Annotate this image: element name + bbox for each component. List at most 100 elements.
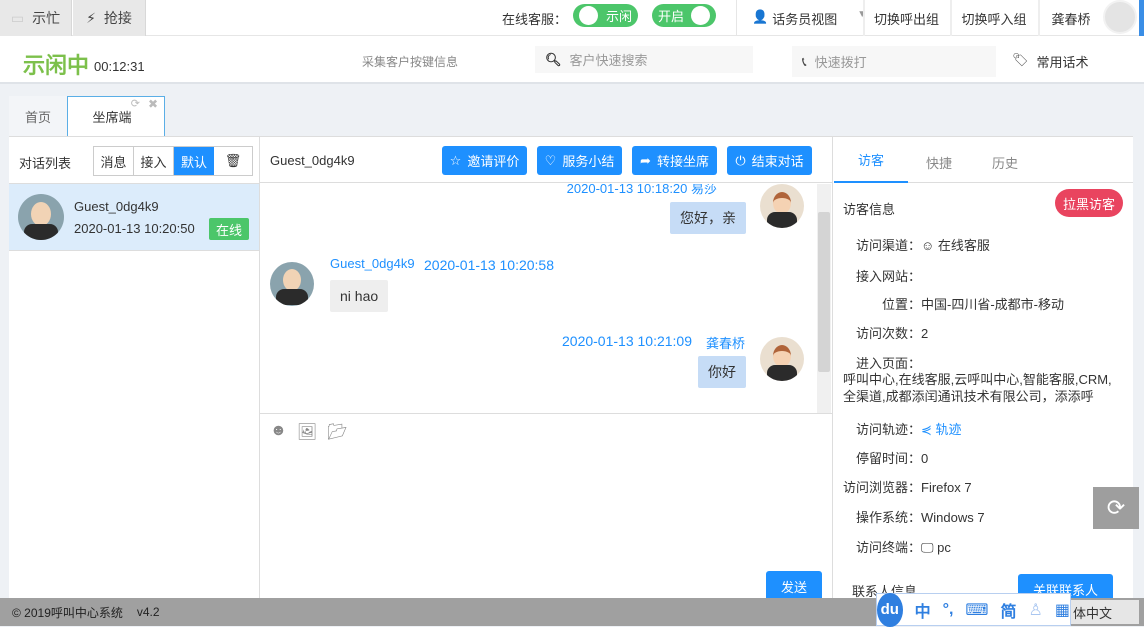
user-avatar[interactable] — [1103, 0, 1137, 34]
search-placeholder: 客户快速搜索 — [569, 53, 648, 68]
ime-toolbar[interactable]: du 中 °, ⌨︎ 简 ♙ ▦ — [876, 592, 1071, 627]
status-bar: 示闲中 00:12:31 采集客户按键信息 🔍︎ 客户快速搜索 📞︎ 快速拨打 🏷︎… — [0, 36, 1144, 84]
common-phrases-button[interactable]: 🏷︎ 常用话术 — [1012, 52, 1089, 71]
grid-icon[interactable]: ▦ — [1055, 600, 1070, 620]
field-location: 位置：中国-四川省-成都市-移动 — [882, 297, 1065, 312]
field-channel: 访问渠道：☺ 在线客服 — [856, 238, 990, 253]
filter-accept-button[interactable]: 接入 — [134, 147, 174, 175]
busy-button[interactable]: ▭ 示忙 — [0, 0, 72, 36]
tab-agent[interactable]: 坐席端 ⟳ ✖ — [67, 96, 165, 136]
search-icon: 🔍︎ — [545, 51, 562, 67]
user-icon: 👤 — [752, 9, 769, 24]
quick-dial-input[interactable]: 📞︎ 快速拨打 — [792, 46, 996, 77]
message-time: 2020-01-13 10:21:09 — [562, 333, 692, 349]
trash-icon[interactable]: 🗑︎ — [214, 147, 252, 175]
switch-in-button[interactable]: 切换呼入组 — [950, 0, 1036, 36]
emoji-icon[interactable]: ☻ — [270, 422, 287, 442]
user-name[interactable]: 龚春桥 — [1038, 0, 1102, 36]
state-timer: 00:12:31 — [94, 59, 145, 74]
btn-label: 邀请评价 — [467, 154, 520, 169]
enable-toggle[interactable]: 开启 — [652, 4, 716, 27]
keyboard-icon[interactable]: ⌨︎ — [965, 600, 988, 620]
toggle-label: 示闲 — [606, 9, 633, 24]
message-time: 2020-01-13 10:20:58 — [424, 257, 554, 273]
divider — [736, 0, 737, 36]
field-visits: 访问次数：2 — [856, 326, 929, 341]
visitor-info-title: 访客信息 — [843, 202, 896, 217]
transfer-agent-button[interactable]: ➦ 转接坐席 — [632, 146, 717, 175]
switch-out-button[interactable]: 切换呼出组 — [863, 0, 948, 36]
service-summary-button[interactable]: ♡ 服务小结 — [537, 146, 622, 175]
send-button[interactable]: 发送 — [766, 571, 822, 601]
online-label: 在线客服： — [502, 12, 568, 27]
field-terminal: 访问终端：🖵︎ pc — [856, 540, 951, 555]
chat-icon: ☺ — [921, 238, 938, 253]
lightning-icon: ⚡ — [86, 9, 96, 26]
handshake-icon: ♡ — [544, 152, 557, 168]
share-icon: ⋞ — [921, 422, 936, 437]
collect-keys-link[interactable]: 采集客户按键信息 — [362, 53, 458, 70]
ime-language[interactable]: 体中文 — [1071, 600, 1139, 624]
toggle-knob — [579, 6, 598, 25]
field-site: 接入网站： — [856, 269, 922, 284]
refresh-icon[interactable]: ⟳ — [131, 97, 140, 110]
close-icon[interactable]: ✖ — [148, 97, 158, 111]
customer-search-input[interactable]: 🔍︎ 客户快速搜索 — [535, 46, 753, 73]
folder-icon[interactable]: 📂︎ — [327, 422, 347, 442]
ime-mode[interactable]: 中 — [915, 598, 931, 622]
chat-header: Guest_0dg4k9 ☆ 邀请评价 ♡ 服务小结 ➦ 转接坐席 ⏻ 结束对话 — [260, 137, 832, 183]
conversation-list: 对话列表 消息 接入 默认 🗑︎ Guest_0dg4k9 2020-01-13… — [9, 137, 260, 599]
grab-button[interactable]: ⚡ 抢接 — [73, 0, 146, 36]
list-title: 对话列表 — [19, 156, 72, 171]
toggle-label: 开启 — [658, 9, 685, 24]
message-bubble: ni hao — [330, 280, 389, 312]
top-bar: ▭ 示忙 ⚡ 抢接 在线客服： 示闲 开启 👤 话务员视图 ▼ 切换呼出组 切换呼入组 … — [0, 0, 1144, 36]
star-icon: ☆ — [449, 152, 462, 168]
edge-accent — [1139, 0, 1144, 36]
image-icon[interactable]: 🖼︎ — [297, 422, 317, 442]
tab-label: 坐席端 — [92, 110, 132, 125]
tab-shortcuts[interactable]: 快捷 — [926, 153, 952, 172]
filter-messages-button[interactable]: 消息 — [94, 147, 134, 175]
session-item[interactable]: Guest_0dg4k9 2020-01-13 10:20:50 在线 — [9, 183, 259, 251]
field-os: 操作系统：Windows 7 — [856, 510, 985, 525]
message-sender: 龚春桥 — [706, 336, 746, 351]
guest-avatar — [270, 262, 314, 306]
session-time: 2020-01-13 10:20:50 — [74, 221, 195, 236]
view-dropdown[interactable]: 👤 话务员视图 ▼ — [752, 9, 867, 28]
workspace: 对话列表 消息 接入 默认 🗑︎ Guest_0dg4k9 2020-01-13… — [9, 136, 1133, 601]
baidu-ime-logo: du — [877, 592, 903, 627]
message-meta: 2020-01-13 10:18:20 易莎 — [566, 184, 717, 196]
refresh-float-button[interactable]: ⟳ — [1093, 487, 1139, 529]
track-link[interactable]: ⋞ 轨迹 — [921, 422, 962, 437]
tab-history[interactable]: 历史 — [992, 153, 1018, 172]
user-icon[interactable]: ♙ — [1029, 600, 1043, 620]
message-bubble: 您好，亲 — [670, 202, 746, 234]
tag-icon: 🏷︎ — [1012, 52, 1029, 67]
power-icon: ⏻ — [735, 152, 746, 168]
chat-panel: Guest_0dg4k9 ☆ 邀请评价 ♡ 服务小结 ➦ 转接坐席 ⏻ 结束对话 202… — [260, 137, 833, 601]
field-track: 访问轨迹：⋞ 轨迹 — [856, 422, 962, 437]
blacklist-button[interactable]: 拉黑访客 — [1055, 189, 1123, 217]
ime-punct[interactable]: °, — [943, 601, 954, 619]
invite-rating-button[interactable]: ☆ 邀请评价 — [442, 146, 527, 175]
idle-toggle[interactable]: 示闲 — [573, 4, 638, 27]
scrollbar[interactable] — [817, 184, 831, 413]
ime-simplified[interactable]: 简 — [1001, 598, 1017, 622]
message-bubble: 你好 — [698, 356, 746, 388]
end-chat-button[interactable]: ⏻ 结束对话 — [727, 146, 812, 175]
share-icon: ➦ — [640, 152, 651, 168]
monitor-icon: ▭ — [10, 9, 25, 26]
field-pages-value: 呼叫中心,在线客服,云呼叫中心,智能客服,CRM,全渠道,成都添闰通讯技术有限公… — [843, 372, 1112, 404]
monitor-icon: 🖵︎ — [921, 540, 938, 555]
tab-home[interactable]: 首页 — [9, 96, 67, 136]
phone-icon: 📞︎ — [802, 53, 807, 69]
message-sender: Guest_0dg4k9 — [330, 256, 415, 271]
copyright: © 2019呼叫中心系统 — [12, 605, 123, 620]
btn-label: 服务小结 — [562, 154, 615, 169]
online-badge: 在线 — [209, 218, 249, 240]
filter-default-button[interactable]: 默认 — [174, 147, 214, 175]
busy-label: 示忙 — [32, 10, 61, 26]
session-name: Guest_0dg4k9 — [74, 199, 159, 214]
tab-visitor[interactable]: 访客 — [834, 137, 908, 183]
